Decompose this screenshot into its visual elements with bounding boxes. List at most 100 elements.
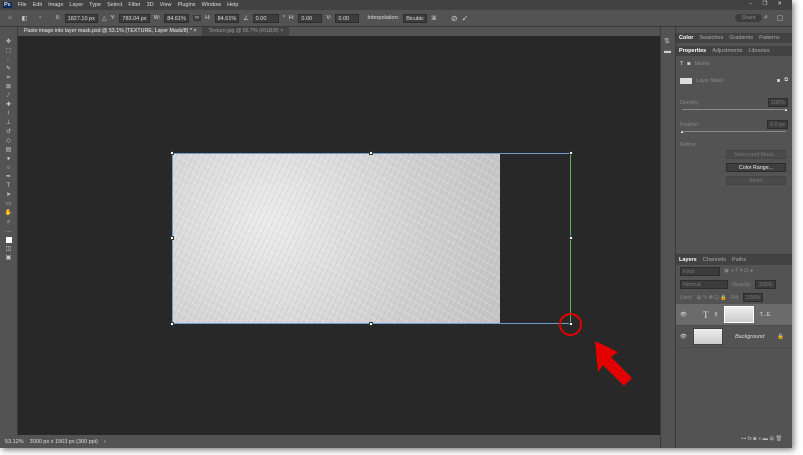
restore-icon[interactable]: ❐ <box>762 1 767 7</box>
opacity-field[interactable]: 100% <box>755 280 776 289</box>
link-icon[interactable]: ∞ <box>192 15 202 21</box>
layers-footer-icons[interactable]: ⊶ fx ◙ ◑ ▬ ⊞ 🗑 <box>737 434 786 444</box>
visibility-eye-icon[interactable]: 👁 <box>680 334 687 340</box>
history-brush-icon[interactable]: ↺ <box>5 129 13 136</box>
lasso-tool-icon[interactable]: ◌ <box>5 57 13 64</box>
tab-patterns[interactable]: Patterns <box>759 35 779 41</box>
zoom-level[interactable]: 53.12% <box>5 439 24 445</box>
menu-filter[interactable]: Filter <box>128 2 140 8</box>
menu-3d[interactable]: 3D <box>147 2 154 8</box>
filter-kind-select[interactable]: Kind <box>680 267 720 276</box>
tab-close-icon[interactable]: × <box>280 28 283 34</box>
tab-channels[interactable]: Channels <box>703 257 726 263</box>
layer-mask-thumbnail[interactable] <box>723 306 754 323</box>
color-range-button[interactable]: Color Range... <box>726 163 786 172</box>
vskew-field[interactable]: 0.00 <box>335 13 360 23</box>
dodge-tool-icon[interactable]: ○ <box>5 165 13 172</box>
feather-slider[interactable]: ▲ <box>680 129 786 134</box>
tab-properties[interactable]: Properties <box>679 48 706 54</box>
tab-paste-image-psd[interactable]: Paste image into layer mask.psd @ 53.1% … <box>18 27 203 36</box>
crop-tool-icon[interactable]: ⌗ <box>5 75 13 82</box>
menu-layer[interactable]: Layer <box>69 2 83 8</box>
warp-icon[interactable]: ⌘ <box>431 15 437 22</box>
width-field[interactable]: 84.61% <box>164 13 189 23</box>
menu-window[interactable]: Window <box>202 2 222 8</box>
tab-libraries[interactable]: Libraries <box>748 48 769 54</box>
relative-position-icon[interactable]: △ <box>102 15 107 22</box>
quick-mask-icon[interactable]: ◫ <box>5 246 13 253</box>
menu-image[interactable]: Image <box>48 2 63 8</box>
tab-color[interactable]: Color <box>679 35 693 41</box>
tab-swatches[interactable]: Swatches <box>699 35 723 41</box>
layer-name[interactable]: Background <box>735 334 764 340</box>
reference-point-icon[interactable]: ▫ <box>39 15 41 21</box>
type-tool-icon[interactable]: T <box>5 183 13 190</box>
eraser-icon[interactable]: ◇ <box>5 138 13 145</box>
tab-gradients[interactable]: Gradients <box>729 35 753 41</box>
menu-view[interactable]: View <box>160 2 172 8</box>
menu-edit[interactable]: Edit <box>33 2 42 8</box>
menu-help[interactable]: Help <box>227 2 238 8</box>
color-swatches-icon[interactable] <box>5 237 13 244</box>
comments-icon[interactable]: ▬ <box>664 48 675 55</box>
status-more-icon[interactable]: › <box>104 439 106 445</box>
density-field[interactable]: 100% <box>767 98 788 107</box>
home-icon[interactable]: ⌂ <box>8 15 12 21</box>
frame-tool-icon[interactable]: ⊠ <box>5 84 13 91</box>
filter-icons[interactable]: ▣ ◑ T ⌗ ⊡ ● <box>724 268 753 275</box>
healing-brush-icon[interactable]: ✚ <box>5 102 13 109</box>
menu-file[interactable]: File <box>18 2 27 8</box>
more-tools-icon[interactable]: … <box>5 228 13 235</box>
tab-texture-jpg[interactable]: Texture.jpg @ 66.7% (RGB/8) × <box>202 27 290 36</box>
tab-close-icon[interactable]: × <box>193 28 196 34</box>
visibility-eye-icon[interactable]: 👁 <box>680 312 687 318</box>
height-field[interactable]: 84.61% <box>214 13 240 23</box>
density-slider[interactable]: ▲ <box>682 107 788 112</box>
interpolation-select[interactable]: Bicubic <box>403 13 427 23</box>
menu-type[interactable]: Type <box>89 2 101 8</box>
lock-icons[interactable]: ⊞ ✎ ✥ ⊡ 🔒 <box>697 295 727 301</box>
gradient-tool-icon[interactable]: ▤ <box>5 147 13 154</box>
clone-stamp-icon[interactable]: ⊥ <box>5 120 13 127</box>
commit-transform-icon[interactable]: ✓ <box>462 14 469 23</box>
layer-row-background[interactable]: 👁 Background 🔒 <box>676 326 792 348</box>
chain-link-icon[interactable]: § <box>714 312 717 318</box>
menu-select[interactable]: Select <box>107 2 122 8</box>
angle-field[interactable]: 0.00 <box>252 13 279 23</box>
tab-layers[interactable]: Layers <box>679 257 697 263</box>
cancel-transform-icon[interactable]: ⊘ <box>451 14 458 23</box>
blend-mode-select[interactable]: Normal <box>680 280 728 289</box>
tab-adjustments[interactable]: Adjustments <box>712 48 742 54</box>
hskew-field[interactable]: 0.00 <box>298 13 323 23</box>
vector-mask-icon[interactable]: ⧉ <box>784 77 788 84</box>
feather-field[interactable]: 0.0 px <box>767 120 788 129</box>
x-field[interactable]: 1827.10 px <box>64 13 98 23</box>
history-icon[interactable]: ⇅ <box>664 37 675 45</box>
minimize-icon[interactable]: – <box>749 1 752 7</box>
workspace-icon[interactable]: ▢ <box>777 14 784 22</box>
blur-tool-icon[interactable]: ● <box>5 156 13 163</box>
path-select-icon[interactable]: ➤ <box>5 192 13 199</box>
menu-plugins[interactable]: Plugins <box>177 2 195 8</box>
quick-select-icon[interactable]: ✎ <box>5 66 13 73</box>
tab-paths[interactable]: Paths <box>732 257 746 263</box>
hand-tool-icon[interactable]: ✋ <box>5 210 13 217</box>
y-field[interactable]: 783.04 px <box>119 13 150 23</box>
search-icon[interactable]: ⌕ <box>764 14 768 22</box>
brush-tool-icon[interactable]: / <box>5 111 13 118</box>
zoom-tool-icon[interactable]: ⌕ <box>5 219 13 226</box>
layer-name[interactable]: T...E <box>760 312 771 318</box>
share-button[interactable]: Share <box>735 14 762 22</box>
pixel-mask-icon[interactable]: ◙ <box>777 78 780 84</box>
invert-button[interactable]: Invert <box>726 176 786 185</box>
screen-mode-icon[interactable]: ▣ <box>5 255 13 262</box>
select-and-mask-button[interactable]: Select and Mask... <box>726 150 786 159</box>
tool-preset-icon[interactable]: ◧ <box>22 15 28 22</box>
fill-field[interactable]: 100% <box>743 293 764 302</box>
marquee-tool-icon[interactable]: ⬚ <box>5 48 13 55</box>
canvas-area[interactable] <box>18 36 660 435</box>
eyedropper-icon[interactable]: ⁄ <box>5 93 13 100</box>
close-icon[interactable]: ✕ <box>777 1 782 7</box>
pen-tool-icon[interactable]: ✒ <box>5 174 13 181</box>
shape-tool-icon[interactable]: ▭ <box>5 201 13 208</box>
